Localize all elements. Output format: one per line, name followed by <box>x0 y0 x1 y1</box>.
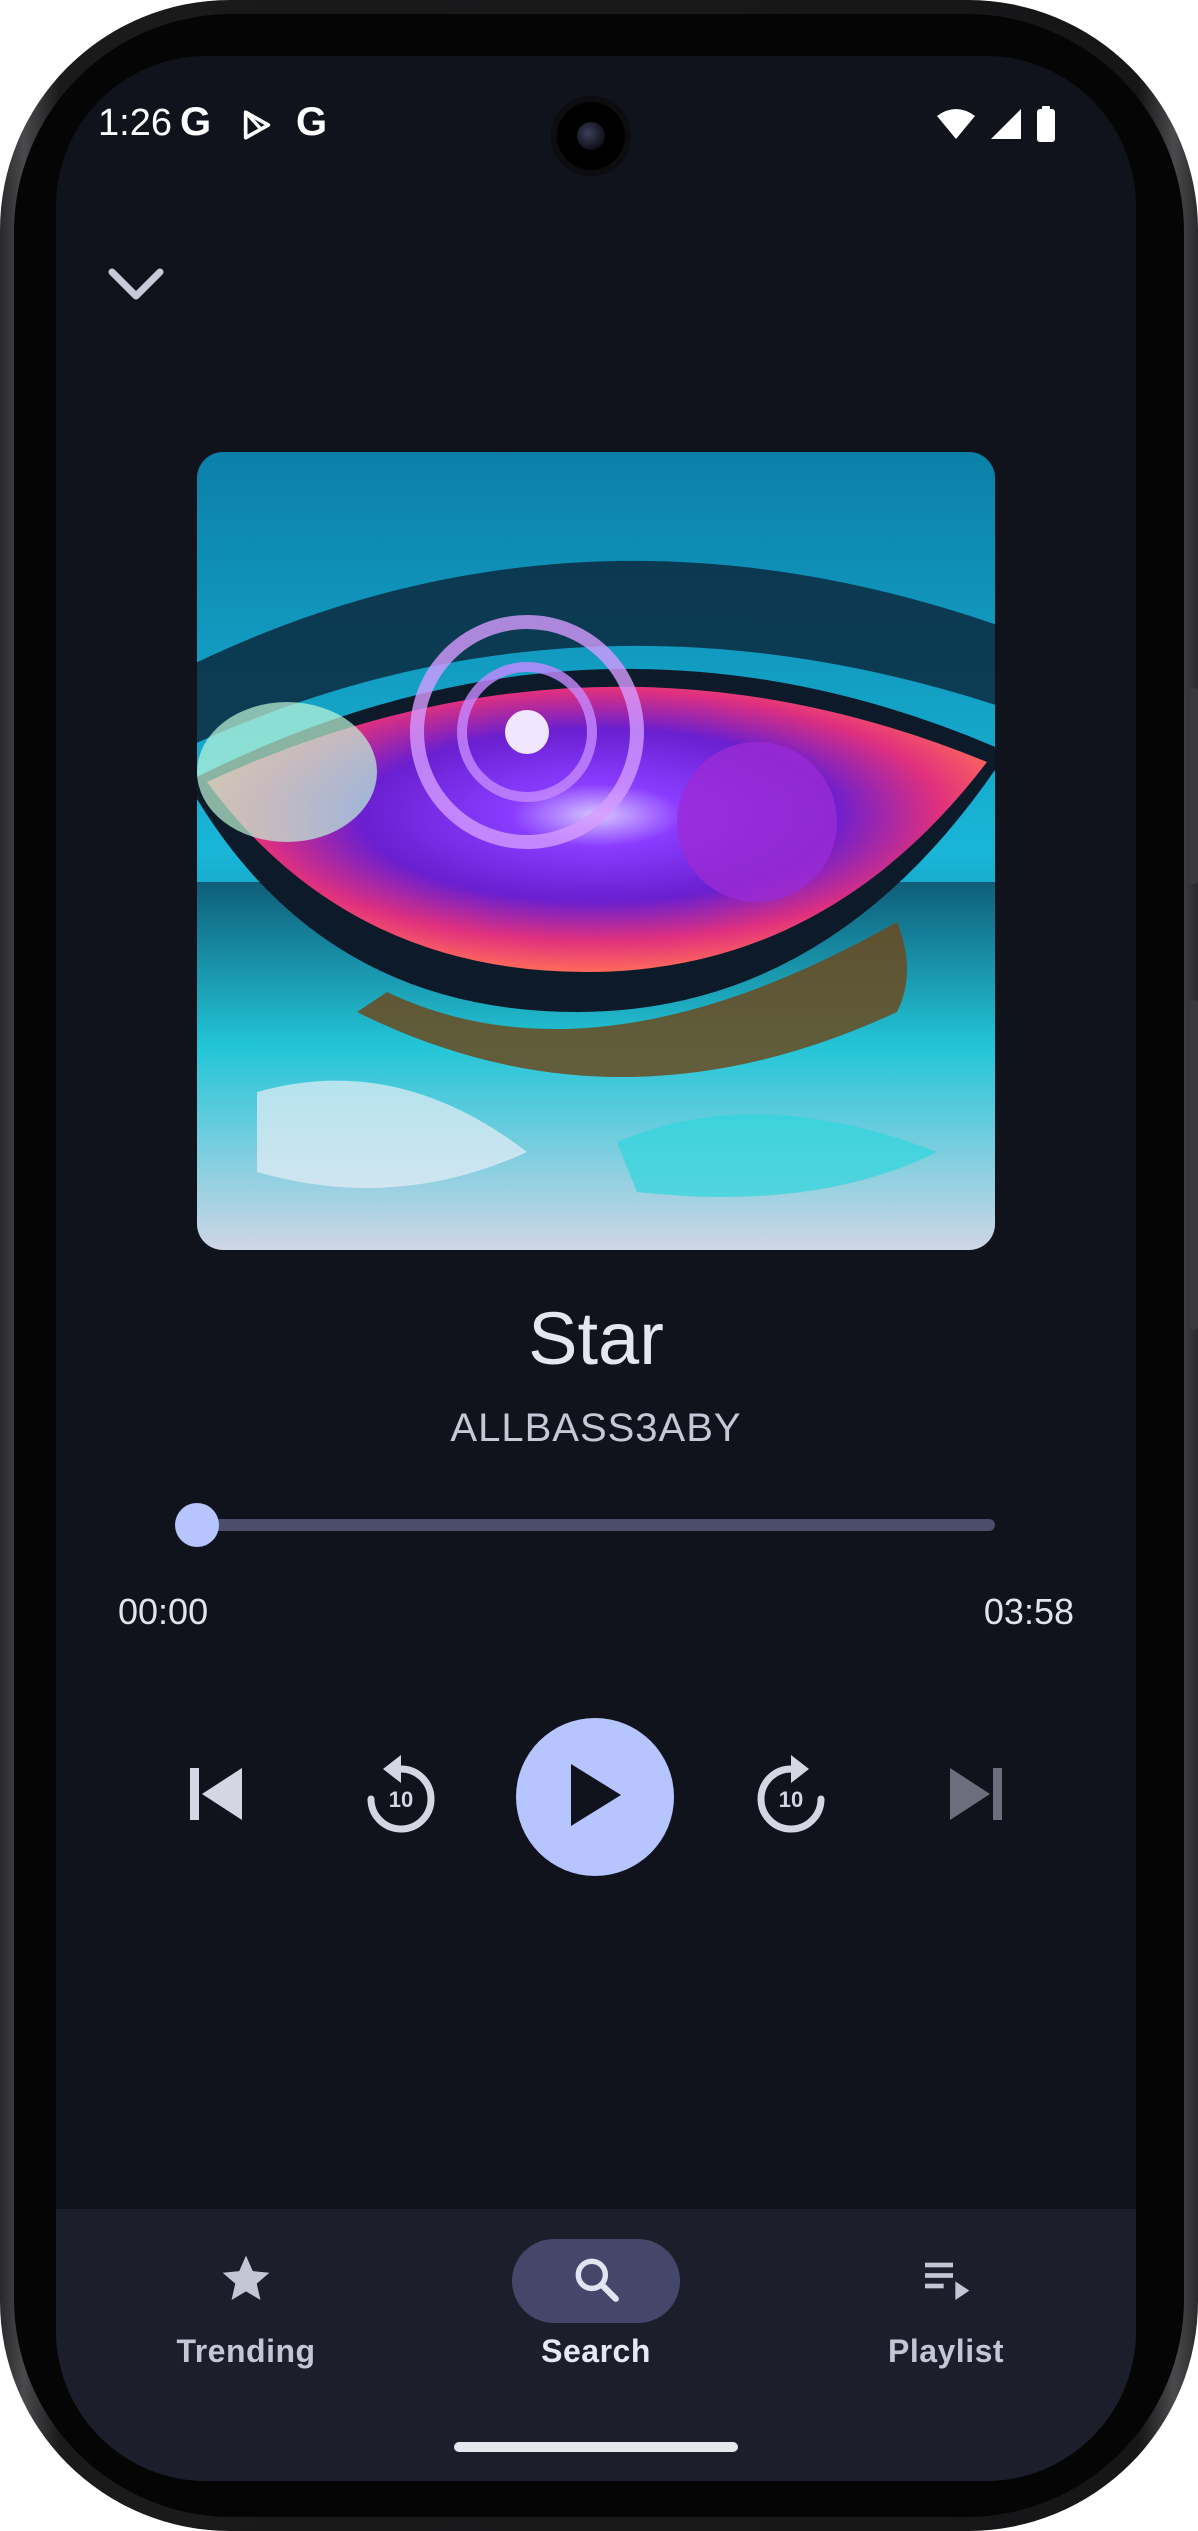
front-camera <box>551 96 631 176</box>
nav-label-trending: Trending <box>176 2333 316 2369</box>
total-duration: 03:58 <box>983 1591 1074 1632</box>
phone-frame: 1:26 G G Star ALLBASS3ABY 00:00 03:58 10… <box>0 0 1198 2531</box>
song-title: Star <box>528 1297 664 1380</box>
nav-pill-active <box>512 2239 680 2323</box>
skip-next-icon <box>946 1764 1006 1829</box>
wifi-icon <box>936 108 976 145</box>
nav-item-trending[interactable]: Trending <box>66 2209 426 2409</box>
bottom-navigation: Trending Search Playlist <box>56 2209 1136 2481</box>
forward-10-label: 10 <box>778 1787 804 1812</box>
elapsed-time: 00:00 <box>118 1591 209 1632</box>
skip-previous-icon <box>186 1764 246 1829</box>
seek-bar[interactable] <box>197 1519 995 1531</box>
nav-item-search[interactable]: Search <box>416 2209 776 2409</box>
system-status-icons <box>936 106 1056 147</box>
album-art <box>197 452 995 1250</box>
play-store-icon <box>240 108 274 147</box>
google-g-icon: G <box>180 100 212 144</box>
nav-item-playlist[interactable]: Playlist <box>766 2209 1126 2409</box>
play-icon <box>565 1760 625 1835</box>
playlist-play-icon <box>918 2251 974 2312</box>
search-icon <box>571 2254 621 2309</box>
google-g-icon: G <box>296 100 328 144</box>
collapse-player-button[interactable] <box>96 246 176 326</box>
forward-10-button[interactable]: 10 <box>731 1736 851 1856</box>
status-bar: 1:26 G G <box>56 56 1136 196</box>
nav-pill <box>162 2239 330 2323</box>
nav-label-search: Search <box>541 2333 651 2369</box>
battery-icon <box>1036 106 1056 147</box>
replay-10-icon: 10 <box>359 1751 443 1841</box>
song-artist: ALLBASS3ABY <box>450 1406 742 1450</box>
screen: 1:26 G G Star ALLBASS3ABY 00:00 03:58 10… <box>56 56 1136 2481</box>
signal-icon <box>990 108 1022 145</box>
replay-10-label: 10 <box>388 1787 414 1812</box>
chevron-down-icon <box>108 266 164 307</box>
play-button[interactable] <box>516 1718 674 1876</box>
nav-pill <box>862 2239 1030 2323</box>
skip-next-button[interactable] <box>926 1746 1026 1846</box>
status-time: 1:26 <box>98 102 172 144</box>
forward-10-icon: 10 <box>749 1751 833 1841</box>
power-button <box>1190 688 1198 884</box>
seek-thumb[interactable] <box>175 1503 219 1547</box>
star-icon <box>218 2251 274 2312</box>
replay-10-button[interactable]: 10 <box>341 1736 461 1856</box>
nav-label-playlist: Playlist <box>887 2333 1005 2369</box>
skip-previous-button[interactable] <box>166 1746 266 1846</box>
volume-button <box>1190 1000 1198 1330</box>
home-indicator[interactable] <box>454 2442 738 2452</box>
